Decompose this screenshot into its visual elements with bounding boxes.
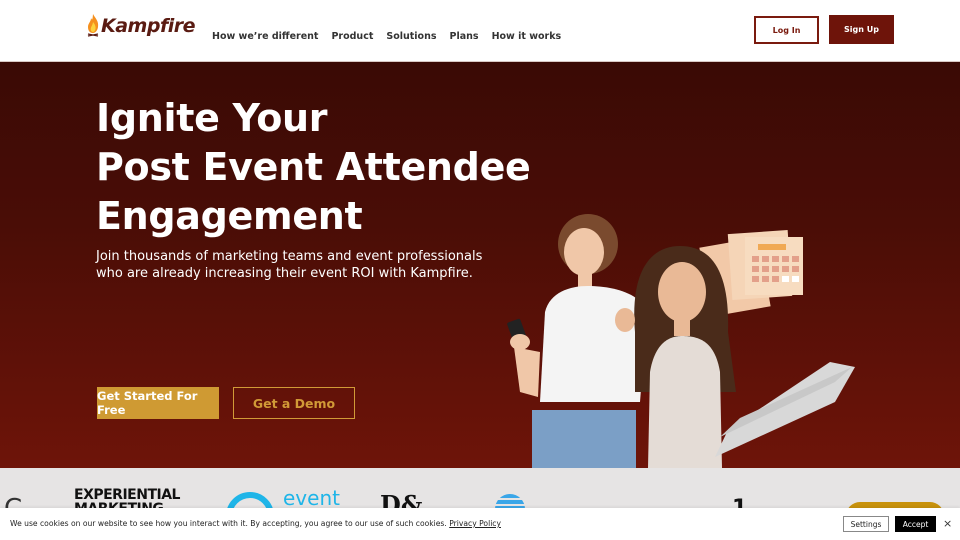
privacy-policy-link[interactable]: Privacy Policy — [449, 519, 501, 528]
hero-title-line2: Post Event Attendee — [96, 145, 531, 189]
hero-illustration — [507, 214, 855, 468]
cookie-banner: We use cookies on our website to see how… — [0, 508, 960, 540]
nav-solutions[interactable]: Solutions — [386, 31, 436, 42]
hero-subtitle: Join thousands of marketing teams and ev… — [96, 249, 483, 281]
main-nav: How we’re different Product Solutions Pl… — [212, 31, 561, 42]
cookie-accept-button[interactable]: Accept — [895, 516, 936, 532]
hero-title: Ignite Your Post Event Attendee Engageme… — [96, 94, 531, 241]
cookie-settings-button[interactable]: Settings — [843, 516, 889, 532]
nav-how-different[interactable]: How we’re different — [212, 31, 318, 42]
get-started-button[interactable]: Get Started For Free — [97, 387, 219, 419]
client-logo-event: event — [283, 486, 340, 510]
login-button[interactable]: Log In — [754, 16, 819, 44]
woman-with-phone — [507, 214, 647, 468]
hero-section: Ignite Your Post Event Attendee Engageme… — [0, 62, 960, 468]
hero-title-line3: Engagement — [96, 194, 363, 238]
flame-icon — [87, 14, 99, 37]
cookie-text: We use cookies on our website to see how… — [10, 519, 447, 528]
logo-text: Kampfire — [101, 15, 195, 37]
signup-button[interactable]: Sign Up — [829, 15, 894, 44]
nav-how-it-works[interactable]: How it works — [492, 31, 562, 42]
hero-title-line1: Ignite Your — [96, 96, 328, 140]
nav-plans[interactable]: Plans — [450, 31, 479, 42]
kampfire-logo[interactable]: Kampfire — [86, 13, 195, 37]
nav-product[interactable]: Product — [331, 31, 373, 42]
cookie-message: We use cookies on our website to see how… — [10, 519, 501, 528]
close-icon[interactable]: × — [943, 517, 952, 530]
site-header: Kampfire How we’re different Product Sol… — [0, 0, 960, 62]
get-demo-button[interactable]: Get a Demo — [233, 387, 355, 419]
